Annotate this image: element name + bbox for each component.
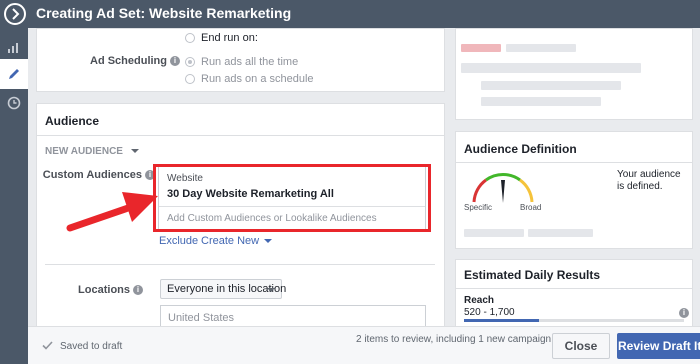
ad-scheduling-label: Ad Scheduling i: [90, 55, 180, 67]
results-title: Estimated Daily Results: [464, 268, 601, 282]
end-run-label: End run on:: [201, 32, 258, 44]
redacted-text: [481, 81, 621, 90]
create-new-dropdown[interactable]: Create New: [201, 235, 273, 247]
rail-item-edit[interactable]: [0, 59, 28, 89]
run-all-time-radio[interactable]: [185, 57, 195, 67]
audience-definition-card: Audience Definition Specific Broad Your …: [455, 131, 693, 249]
divider: [456, 288, 692, 289]
scheduling-card: End run on: Ad Scheduling i Run ads all t…: [36, 28, 445, 92]
chevron-right-icon: [12, 8, 20, 20]
location-type-select[interactable]: Everyone in this location: [160, 279, 286, 299]
redacted-text: [464, 229, 524, 237]
new-audience-dropdown[interactable]: NEW AUDIENCE: [45, 146, 139, 157]
run-all-time-label: Run ads all the time: [201, 56, 299, 68]
run-schedule-radio[interactable]: [185, 74, 195, 84]
close-button[interactable]: Close: [552, 333, 610, 359]
review-draft-button[interactable]: Review Draft Items: [617, 333, 700, 359]
redacted-text: [461, 63, 641, 73]
divider: [45, 264, 435, 265]
definition-message: Your audience is defined.: [617, 169, 681, 192]
review-info: 2 items to review, including 1 new campa…: [356, 334, 552, 345]
custom-audiences-label: Custom Audiences i: [43, 169, 155, 181]
caret-down-icon: [130, 149, 139, 154]
run-schedule-label: Run ads on a schedule: [201, 73, 314, 85]
info-icon[interactable]: i: [679, 308, 689, 318]
end-run-radio[interactable]: [185, 33, 195, 43]
info-icon: i: [170, 56, 180, 67]
audience-title: Audience: [45, 114, 100, 128]
reach-value: 520 - 1,700: [464, 307, 515, 318]
gauge-specific-label: Specific: [464, 203, 493, 212]
left-rail: [0, 28, 28, 364]
highlight-box: [153, 164, 431, 232]
divider: [37, 135, 444, 136]
clock-icon: [7, 96, 21, 110]
locations-label: Locations i: [78, 284, 143, 296]
top-bar: Creating Ad Set: Website Remarketing: [0, 0, 700, 28]
exclude-link[interactable]: Exclude: [159, 235, 198, 247]
redacted-text: [461, 44, 501, 52]
footer-bar: Saved to draft 2 items to review, includ…: [28, 326, 700, 364]
definition-title: Audience Definition: [464, 142, 577, 156]
gauge-broad-label: Broad: [520, 203, 542, 212]
info-icon: i: [133, 285, 143, 296]
gauge-needle: [501, 180, 505, 203]
checkmark-icon: [42, 341, 53, 350]
reach-bar: [464, 319, 684, 322]
redacted-text: [528, 229, 593, 237]
reach-label: Reach: [464, 295, 495, 306]
red-arrow-icon: [66, 192, 158, 232]
location-value: United States: [168, 312, 235, 324]
divider: [456, 162, 692, 163]
audience-gauge: [472, 173, 534, 203]
page-title: Creating Ad Set: Website Remarketing: [36, 5, 292, 21]
caret-down-icon: [264, 239, 273, 244]
caret-down-icon: [267, 288, 275, 292]
rail-item-history[interactable]: [0, 88, 28, 118]
saved-status: Saved to draft: [60, 341, 123, 352]
redacted-text: [481, 97, 601, 106]
expand-panel-button[interactable]: [4, 3, 26, 25]
reach-bar-fill: [464, 319, 539, 322]
estimated-results-card: Estimated Daily Results Reach 520 - 1,70…: [455, 259, 693, 333]
redacted-text: [506, 44, 576, 52]
rail-item-reports[interactable]: [0, 32, 28, 62]
chart-icon: [8, 43, 18, 53]
summary-card: [455, 28, 693, 120]
pencil-icon: [9, 69, 19, 79]
